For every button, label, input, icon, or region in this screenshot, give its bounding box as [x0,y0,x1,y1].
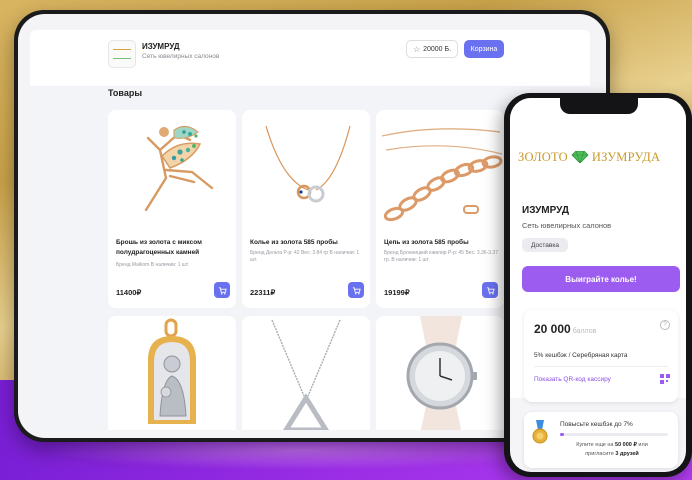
cart-icon [218,286,227,294]
points-unit: баллов [572,328,597,335]
phone-device: ЗОЛОТО ИЗУМРУДА ИЗУМРУД Сеть ювелирных с… [504,93,692,477]
product-price: 11400₽ [116,288,142,297]
qr-code-icon[interactable] [660,374,670,384]
emerald-icon [571,151,589,163]
points-balance-button[interactable]: ☆ 20000 Б. [406,40,458,58]
store-subtitle: Сеть ювелирных салонов [522,221,612,230]
help-icon[interactable]: ? [660,320,670,330]
medal-icon [532,420,548,444]
show-qr-link[interactable]: Показать QR-код кассиру [534,376,611,383]
bonus-card: 20 000 баллов ? 5% кешбэк / Серебряная ка… [524,310,678,402]
points-value: 20 000 [534,322,571,336]
watch-icon [406,316,477,430]
store-header: ИЗУМРУД Сеть ювелирных салонов ☆ 20000 Б… [30,30,590,86]
product-meta: Бренд Дельта Р-р: 42 Вес: 3.84 гр В нали… [250,250,360,263]
product-card[interactable]: Колье из золота 585 пробы Бренд Дельта Р… [242,110,370,308]
store-logo[interactable] [108,40,136,68]
product-title[interactable]: Брошь из золота с миксом полудрагоценных… [116,238,230,257]
necklace-icon [265,125,351,203]
add-to-cart-button[interactable] [214,282,230,298]
store-name: ИЗУМРУД [522,205,569,216]
cart-button[interactable]: Корзина [464,40,504,58]
win-necklace-button[interactable]: Выиграйте колье! [522,266,680,292]
cashback-upgrade-card: Повысьте кешбэк до 7% Купите еще на 50 0… [524,412,678,468]
add-to-cart-button[interactable] [482,282,498,298]
product-title[interactable]: Цепь из золота 585 пробы [384,238,498,248]
cashback-title: Повысьте кешбэк до 7% [560,421,633,428]
logo-mark-icon [113,49,131,59]
cashback-condition-line1: Купите еще на 50 000 ₽ или [552,442,672,448]
product-price: 19199₽ [384,288,410,297]
star-icon: ☆ [412,44,421,54]
product-title[interactable]: Колье из золота 585 пробы [250,238,364,248]
cashback-buy-amount: 50 000 ₽ [615,442,637,448]
chain-icon [381,128,503,222]
product-card[interactable] [242,316,370,430]
icon-pendant-icon [148,318,196,424]
cashback-progress-bar [560,433,668,436]
section-title: Товары [108,88,143,98]
cashback-invite-amount: 3 друзей [615,451,639,457]
cashback-invite-prefix: пригласите [585,451,614,457]
store-name: ИЗУМРУД [142,42,180,51]
product-card[interactable] [376,316,504,430]
brand-logo-text-right: ИЗУМРУДА [591,149,661,164]
brand-logo-text-left: ЗОЛОТО [518,149,568,164]
product-card[interactable]: Брошь из золота с миксом полудрагоценных… [108,110,236,308]
delivery-badge[interactable]: Доставка [522,238,568,252]
cashback-buy-prefix: Купите еще на [576,442,614,448]
product-card[interactable] [108,316,236,430]
product-card[interactable]: Цепь из золота 585 пробы Бренд Бронницки… [376,110,504,308]
cart-icon [352,286,361,294]
phone-notch [560,98,638,114]
divider [534,366,668,367]
add-to-cart-button[interactable] [348,282,364,298]
triangle-pendant-icon [271,319,341,430]
cashback-condition-line2: пригласите 3 друзей [552,451,672,457]
product-price: 22311₽ [250,288,276,297]
points-balance-label: 20000 Б. [423,45,452,53]
brand-logo: ЗОЛОТО ИЗУМРУДА [518,148,686,166]
brooch-icon [144,126,214,212]
product-meta: Бренд Бронницкий ювелир Р-р: 45 Вес: 3.3… [384,250,498,263]
store-subtitle: Сеть ювелирных салонов [142,53,220,60]
phone-screen: ЗОЛОТО ИЗУМРУДА ИЗУМРУД Сеть ювелирных с… [510,98,686,472]
product-meta: Бренд Maikom В наличии: 1 шт. [116,262,190,268]
cart-icon [486,286,495,294]
points-balance: 20 000 баллов [534,322,596,336]
loyalty-card-info: 5% кешбэк / Серебряная карта [534,352,628,359]
cashback-buy-suffix: или [638,442,648,448]
cashback-progress-fill [560,433,565,436]
